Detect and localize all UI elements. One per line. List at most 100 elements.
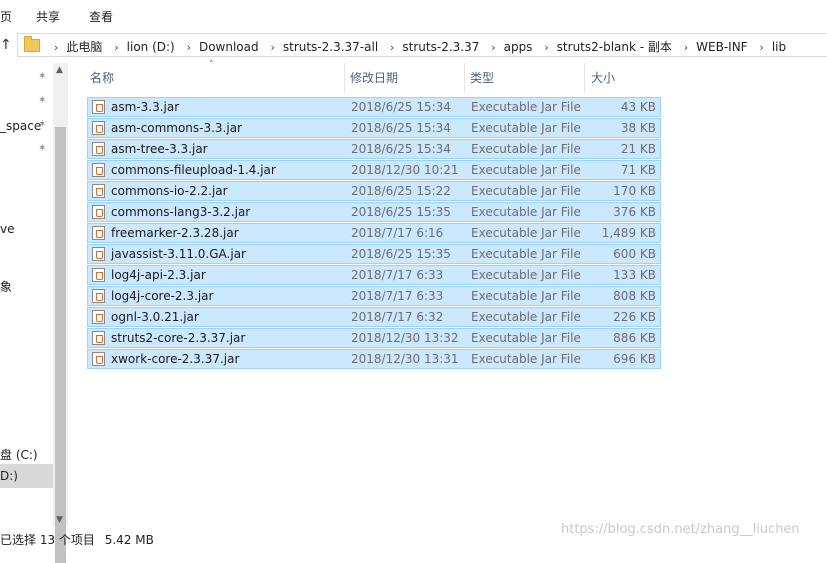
nav-item-objects[interactable]: 象 — [0, 278, 12, 295]
chevron-right-icon[interactable]: › — [491, 41, 495, 54]
column-header-size[interactable]: 大小 — [591, 63, 615, 93]
ribbon-tab-view[interactable]: 查看 — [89, 8, 113, 25]
sort-ascending-icon: ˄ — [209, 60, 214, 70]
file-date: 2018/6/25 15:22 — [351, 184, 451, 198]
table-row[interactable]: freemarker-2.3.28.jar 2018/7/17 6:16 Execu… — [87, 223, 661, 243]
ribbon: 页 共享 查看 — [0, 0, 827, 31]
file-date: 2018/12/30 13:32 — [351, 331, 459, 345]
jar-file-icon — [92, 163, 105, 177]
chevron-right-icon[interactable]: › — [270, 41, 274, 54]
nav-item-d-drive[interactable]: D:) — [0, 469, 18, 483]
jar-file-icon — [92, 310, 105, 324]
navigation-pane: ✶ ✶ ✶ ✶ _space ve 象 盘 (C:) D:) — [0, 63, 53, 527]
chevron-right-icon[interactable]: › — [544, 41, 548, 54]
scroll-up-icon[interactable]: ▲ — [56, 65, 63, 75]
file-type: Executable Jar File — [471, 226, 581, 240]
nav-item-drive[interactable]: ve — [0, 222, 14, 236]
file-date: 2018/6/25 15:34 — [351, 142, 451, 156]
table-row[interactable]: ognl-3.0.21.jar 2018/7/17 6:32 Executable … — [87, 307, 661, 327]
breadcrumb-struts[interactable]: struts-2.3.37 — [402, 40, 479, 54]
file-size: 886 KB — [613, 331, 656, 345]
breadcrumb-download[interactable]: Download — [199, 40, 259, 54]
watermark-text: https://blog.csdn.net/zhang__liuchen — [561, 522, 800, 537]
table-row[interactable]: commons-io-2.2.jar 2018/6/25 15:22 Executa… — [87, 181, 661, 201]
file-date: 2018/12/30 13:31 — [351, 352, 459, 366]
jar-file-icon — [92, 184, 105, 198]
table-row[interactable]: xwork-core-2.3.37.jar 2018/12/30 13:31 Exe… — [87, 349, 661, 369]
scroll-down-icon[interactable]: ▼ — [56, 515, 63, 525]
file-size: 43 KB — [620, 100, 656, 114]
column-divider[interactable] — [464, 63, 465, 93]
file-name: asm-3.3.jar — [111, 100, 180, 114]
jar-file-icon — [92, 205, 105, 219]
folder-icon — [24, 36, 40, 52]
jar-file-icon — [92, 289, 105, 303]
scrollbar-thumb[interactable] — [55, 127, 66, 563]
file-date: 2018/7/17 6:32 — [351, 310, 444, 324]
chevron-right-icon[interactable]: › — [759, 41, 763, 54]
file-type: Executable Jar File — [471, 142, 581, 156]
table-row[interactable]: asm-3.3.jar 2018/6/25 15:34 Executable Jar… — [87, 97, 661, 117]
file-name: struts2-core-2.3.37.jar — [111, 331, 246, 345]
chevron-right-icon[interactable]: › — [684, 41, 688, 54]
ribbon-tab-home[interactable]: 页 — [0, 8, 12, 25]
chevron-right-icon[interactable]: › — [187, 41, 191, 54]
nav-item-space[interactable]: _space — [0, 119, 41, 133]
jar-file-icon — [92, 226, 105, 240]
file-date: 2018/6/25 15:35 — [351, 205, 451, 219]
column-header-name[interactable]: 名称 — [90, 63, 114, 93]
breadcrumb: › 此电脑 › lion (D:) › Download › struts-2.3.37… — [46, 38, 786, 55]
table-row[interactable]: asm-tree-3.3.jar 2018/6/25 15:34 Executabl… — [87, 139, 661, 159]
nav-scrollbar[interactable]: ▲ ▼ — [53, 63, 68, 563]
nav-item-c-drive[interactable]: 盘 (C:) — [0, 446, 38, 463]
file-date: 2018/6/25 15:34 — [351, 121, 451, 135]
pin-icon[interactable]: ✶ — [38, 143, 46, 154]
table-row[interactable]: asm-commons-3.3.jar 2018/6/25 15:34 Execut… — [87, 118, 661, 138]
file-type: Executable Jar File — [471, 100, 581, 114]
breadcrumb-web-inf[interactable]: WEB-INF — [696, 40, 747, 54]
address-box[interactable]: › 此电脑 › lion (D:) › Download › struts-2.3.37… — [17, 33, 827, 57]
ribbon-tab-share[interactable]: 共享 — [36, 8, 60, 25]
pin-icon[interactable]: ✶ — [38, 95, 46, 106]
chevron-right-icon[interactable]: › — [54, 41, 58, 54]
jar-file-icon — [92, 352, 105, 366]
file-name: freemarker-2.3.28.jar — [111, 226, 239, 240]
breadcrumb-apps[interactable]: apps — [504, 40, 533, 54]
file-size: 226 KB — [613, 310, 656, 324]
breadcrumb-blank-copy[interactable]: struts2-blank - 副本 — [557, 38, 672, 55]
breadcrumb-drive[interactable]: lion (D:) — [127, 40, 175, 54]
file-date: 2018/7/17 6:33 — [351, 289, 444, 303]
file-date: 2018/7/17 6:16 — [351, 226, 444, 240]
chevron-right-icon[interactable]: › — [114, 41, 118, 54]
column-header-type[interactable]: 类型 — [470, 63, 494, 93]
file-date: 2018/12/30 10:21 — [351, 163, 459, 177]
table-row[interactable]: javassist-3.11.0.GA.jar 2018/6/25 15:35 Ex… — [87, 244, 661, 264]
chevron-right-icon[interactable]: › — [390, 41, 394, 54]
table-row[interactable]: log4j-core-2.3.jar 2018/7/17 6:33 Executab… — [87, 286, 661, 306]
jar-file-icon — [92, 331, 105, 345]
file-type: Executable Jar File — [471, 331, 581, 345]
file-type: Executable Jar File — [471, 205, 581, 219]
file-name: javassist-3.11.0.GA.jar — [111, 247, 246, 261]
table-row[interactable]: log4j-api-2.3.jar 2018/7/17 6:33 Executabl… — [87, 265, 661, 285]
column-divider[interactable] — [584, 63, 585, 93]
up-arrow-icon[interactable]: ↑ — [0, 37, 12, 53]
breadcrumb-this-pc[interactable]: 此电脑 — [66, 38, 102, 55]
jar-file-icon — [92, 121, 105, 135]
breadcrumb-struts-all[interactable]: struts-2.3.37-all — [283, 40, 378, 54]
file-size: 133 KB — [613, 268, 656, 282]
file-size: 1,489 KB — [601, 226, 656, 240]
table-row[interactable]: commons-fileupload-1.4.jar 2018/12/30 10:… — [87, 160, 661, 180]
column-divider[interactable] — [344, 63, 345, 93]
jar-file-icon — [92, 268, 105, 282]
file-type: Executable Jar File — [471, 247, 581, 261]
table-row[interactable]: struts2-core-2.3.37.jar 2018/12/30 13:32 E… — [87, 328, 661, 348]
table-row[interactable]: commons-lang3-3.2.jar 2018/6/25 15:35 Exec… — [87, 202, 661, 222]
jar-file-icon — [92, 100, 105, 114]
file-type: Executable Jar File — [471, 184, 581, 198]
file-type: Executable Jar File — [471, 310, 581, 324]
pin-icon[interactable]: ✶ — [38, 71, 46, 82]
breadcrumb-lib[interactable]: lib — [772, 40, 786, 54]
column-header-date[interactable]: 修改日期 — [350, 63, 398, 93]
file-name: commons-fileupload-1.4.jar — [111, 163, 276, 177]
